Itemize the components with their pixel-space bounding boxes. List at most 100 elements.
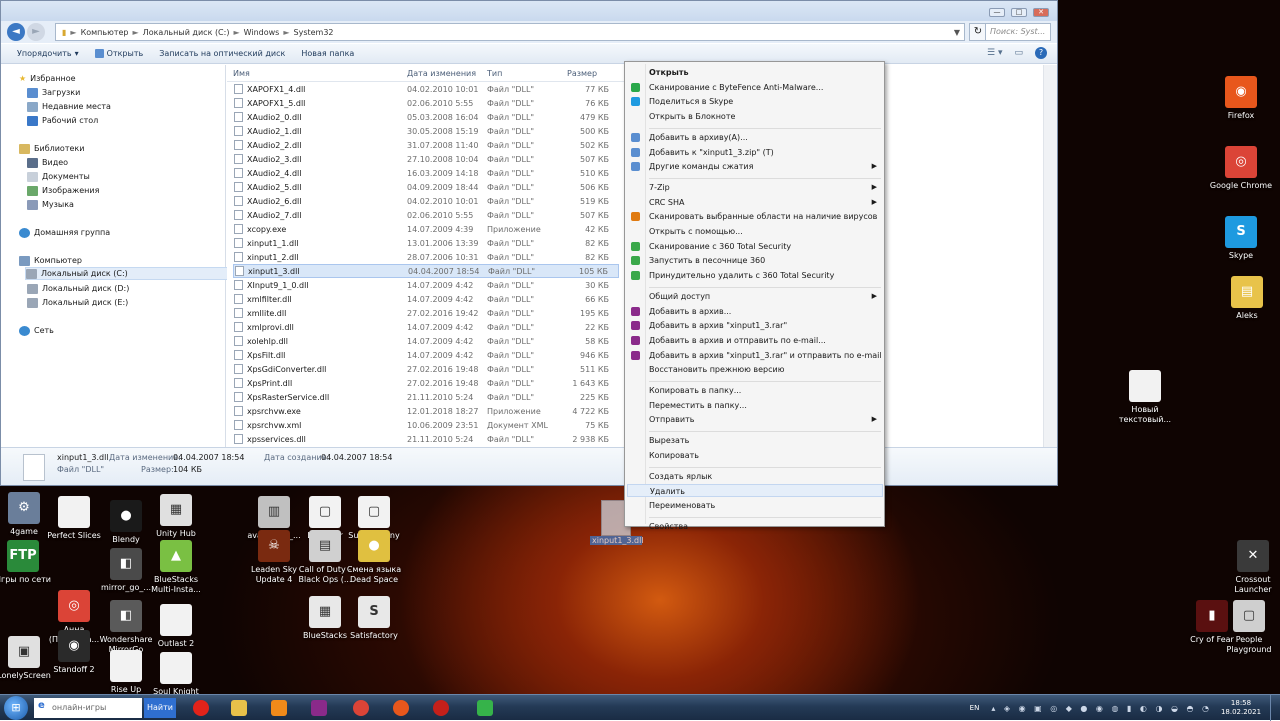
nav-favorites[interactable]: ★ Избранное: [19, 72, 76, 85]
context-menu-item[interactable]: Удалить: [627, 484, 883, 498]
context-menu-item[interactable]: Добавить в архив...: [627, 305, 883, 318]
context-menu-item[interactable]: Сканирование с ByteFence Anti-Malware...: [627, 81, 883, 94]
taskbar-app-chrome[interactable]: [344, 697, 378, 719]
nav-homegroup[interactable]: Домашняя группа: [19, 226, 110, 239]
nav-libraries[interactable]: Библиотеки: [19, 142, 84, 155]
taskbar-search-button[interactable]: Найти: [144, 698, 176, 718]
context-menu-item[interactable]: Добавить в архив "xinput1_3.rar": [627, 319, 883, 332]
file-row[interactable]: XpsRasterService.dll 21.11.2010 5:24 Файл …: [233, 390, 619, 404]
file-row[interactable]: xinput1_2.dll 28.07.2006 10:31 Файл "DLL" 8…: [233, 250, 619, 264]
clock[interactable]: 18:58 18.02.2021: [1216, 699, 1266, 717]
nav-drive-c[interactable]: Локальный диск (C:): [25, 267, 235, 280]
nav-images[interactable]: Изображения: [27, 184, 99, 197]
file-row[interactable]: xpsrchvw.xml 10.06.2009 23:51 Документ XML…: [233, 418, 619, 432]
file-row[interactable]: XAPOFX1_5.dll 02.06.2010 5:55 Файл "DLL" 76…: [233, 96, 619, 110]
nav-video[interactable]: Видео: [27, 156, 68, 169]
back-button[interactable]: ◄: [7, 23, 25, 41]
file-row[interactable]: XAudio2_0.dll 05.03.2008 16:04 Файл "DLL" 4…: [233, 110, 619, 124]
taskbar-app-opera[interactable]: [184, 697, 218, 719]
nav-documents[interactable]: Документы: [27, 170, 90, 183]
file-row[interactable]: xpsrchvw.exe 12.01.2018 18:27 Приложение 4 …: [233, 404, 619, 418]
address-bar[interactable]: ▮ ► Компьютер ► Локальный диск (C:) ► Wi…: [55, 23, 965, 41]
nav-computer[interactable]: Компьютер: [19, 254, 82, 267]
maximize-button[interactable]: □: [1011, 8, 1027, 17]
desktop-icon[interactable]: ✕ Crossout Launcher: [1221, 540, 1280, 595]
context-menu-item[interactable]: Общий доступ ▶: [627, 290, 883, 303]
taskbar-app-winrar[interactable]: [302, 697, 336, 719]
context-menu-item[interactable]: Добавить в архив "xinput1_3.rar" и отпра…: [627, 349, 883, 362]
file-row[interactable]: XpsGdiConverter.dll 27.02.2016 19:48 Файл …: [233, 362, 619, 376]
file-row[interactable]: XAudio2_2.dll 31.07.2008 11:40 Файл "DLL" 5…: [233, 138, 619, 152]
context-menu-item[interactable]: Создать ярлык: [627, 470, 883, 483]
desktop-icon[interactable]: ▲ BlueStacks Multi-Insta...: [144, 540, 208, 595]
desktop-icon[interactable]: Soul Knight: [144, 652, 208, 697]
language-indicator[interactable]: EN: [970, 704, 980, 712]
file-row[interactable]: xcopy.exe 14.07.2009 4:39 Приложение 42 КБ: [233, 222, 619, 236]
taskbar-app-opera-alt[interactable]: [424, 697, 458, 719]
column-name[interactable]: Имя: [233, 69, 250, 78]
nav-music[interactable]: Музыка: [27, 198, 74, 211]
desktop-icon[interactable]: ▢ People Playground: [1217, 600, 1280, 655]
file-row[interactable]: XAudio2_7.dll 02.06.2010 5:55 Файл "DLL" 50…: [233, 208, 619, 222]
start-button[interactable]: ⊞: [4, 696, 28, 720]
context-menu-item[interactable]: Вырезать: [627, 434, 883, 447]
context-menu-item[interactable]: Добавить к "xinput1_3.zip" (T): [627, 146, 883, 159]
context-menu-item[interactable]: Переместить в папку...: [627, 399, 883, 412]
breadcrumb-system32[interactable]: System32: [294, 28, 334, 37]
file-row[interactable]: XAudio2_3.dll 27.10.2008 10:04 Файл "DLL" 5…: [233, 152, 619, 166]
nav-drive-e[interactable]: Локальный диск (E:): [27, 296, 128, 309]
context-menu-item[interactable]: Добавить в архив и отправить по e-mail..…: [627, 334, 883, 347]
file-row[interactable]: XAudio2_1.dll 30.05.2008 15:19 Файл "DLL" 5…: [233, 124, 619, 138]
breadcrumb-windows[interactable]: Windows: [244, 28, 280, 37]
vertical-scrollbar[interactable]: [1043, 65, 1057, 447]
view-options-icon[interactable]: ☰ ▾: [987, 48, 1002, 58]
help-icon[interactable]: ?: [1035, 47, 1047, 59]
desktop-icon[interactable]: ◎ Google Chrome: [1209, 146, 1273, 191]
minimize-button[interactable]: —: [989, 8, 1005, 17]
column-type[interactable]: Тип: [487, 69, 502, 78]
context-menu-item[interactable]: Открыть в Блокноте: [627, 110, 883, 123]
context-menu-item[interactable]: 7-Zip ▶: [627, 181, 883, 194]
context-menu-item[interactable]: Копировать: [627, 449, 883, 462]
tray-icons[interactable]: ▴ ◈ ◉ ▣ ◎ ◆ ● ◉ ◍ ▮ ◐ ◑ ◒ ◓ ◔: [991, 704, 1212, 713]
context-menu-item[interactable]: Сканирование с 360 Total Security: [627, 240, 883, 253]
taskbar-app-media-player[interactable]: [262, 697, 296, 719]
open-button[interactable]: Открыть: [94, 49, 143, 58]
close-button[interactable]: ✕: [1033, 8, 1049, 17]
file-row[interactable]: xinput1_3.dll 04.04.2007 18:54 Файл "DLL" 1…: [233, 264, 619, 278]
nav-drive-d[interactable]: Локальный диск (D:): [27, 282, 129, 295]
file-row[interactable]: XpsFilt.dll 14.07.2009 4:42 Файл "DLL" 946 …: [233, 348, 619, 362]
context-menu-item[interactable]: Свойства: [627, 520, 883, 533]
file-row[interactable]: XpsPrint.dll 27.02.2016 19:48 Файл "DLL" 1 …: [233, 376, 619, 390]
title-bar[interactable]: — □ ✕: [1, 1, 1057, 21]
taskbar-app-explorer[interactable]: [222, 697, 256, 719]
desktop-icon[interactable]: Outlast 2: [144, 604, 208, 649]
context-menu-item[interactable]: Открыть с помощью...: [627, 225, 883, 238]
taskbar-app-firefox[interactable]: [384, 697, 418, 719]
breadcrumb-drive-c[interactable]: Локальный диск (C:): [143, 28, 230, 37]
file-row[interactable]: XInput9_1_0.dll 14.07.2009 4:42 Файл "DLL"…: [233, 278, 619, 292]
context-menu-item[interactable]: Поделиться в Skype: [627, 95, 883, 108]
context-menu-item[interactable]: Открыть: [627, 66, 883, 79]
file-row[interactable]: xmlprovi.dll 14.07.2009 4:42 Файл "DLL" 22 …: [233, 320, 619, 334]
nav-recent[interactable]: Недавние места: [27, 100, 111, 113]
new-folder-button[interactable]: Новая папка: [301, 49, 354, 58]
taskbar-search-input[interactable]: онлайн-игры: [34, 698, 142, 718]
file-row[interactable]: xmlfilter.dll 14.07.2009 4:42 Файл "DLL" 66…: [233, 292, 619, 306]
burn-button[interactable]: Записать на оптический диск: [159, 49, 285, 58]
file-row[interactable]: xpsservices.dll 21.11.2010 5:24 Файл "DLL"…: [233, 432, 619, 446]
nav-network[interactable]: Сеть: [19, 324, 54, 337]
desktop-icon[interactable]: ▤ Aleks: [1215, 276, 1279, 321]
column-date[interactable]: Дата изменения: [407, 69, 476, 78]
organize-button[interactable]: Упорядочить ▾: [17, 49, 79, 58]
taskbar-app-utorrent[interactable]: [468, 697, 502, 719]
file-row[interactable]: XAudio2_5.dll 04.09.2009 18:44 Файл "DLL" 5…: [233, 180, 619, 194]
context-menu-item[interactable]: Добавить в архиву(A)...: [627, 131, 883, 144]
file-row[interactable]: xmllite.dll 27.02.2016 19:42 Файл "DLL" 195…: [233, 306, 619, 320]
desktop-icon[interactable]: Новый текстовый...: [1113, 370, 1177, 425]
chevron-down-icon[interactable]: ▼: [954, 28, 960, 37]
show-desktop-button[interactable]: [1270, 695, 1280, 721]
context-menu-item[interactable]: Другие команды сжатия ▶: [627, 160, 883, 173]
context-menu-item[interactable]: Копировать в папку...: [627, 384, 883, 397]
context-menu-item[interactable]: Восстановить прежнюю версию: [627, 363, 883, 376]
